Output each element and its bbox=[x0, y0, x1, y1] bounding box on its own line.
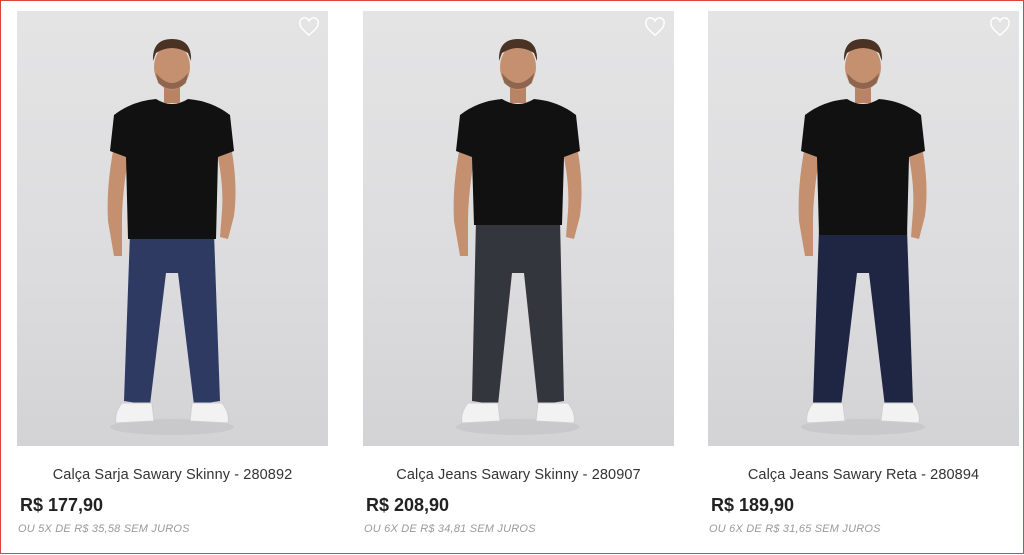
model-figure bbox=[107, 39, 236, 435]
heart-outline-icon[interactable] bbox=[298, 17, 320, 37]
product-image[interactable] bbox=[363, 11, 674, 446]
product-name[interactable]: Calça Jeans Sawary Reta - 280894 bbox=[708, 467, 1019, 483]
product-price: R$ 177,90 bbox=[20, 495, 104, 515]
model-figure bbox=[798, 39, 927, 435]
heart-outline-icon[interactable] bbox=[989, 17, 1011, 37]
product-image[interactable] bbox=[708, 11, 1019, 446]
product-price: R$ 189,90 bbox=[711, 495, 795, 515]
installments-text: ou 6x de R$ 34,81 sem juros bbox=[364, 523, 536, 535]
product-card[interactable]: Calça Jeans Sawary Skinny - 280907 R$ 20… bbox=[363, 11, 674, 535]
product-grid: Calça Sarja Sawary Skinny - 280892 R$ 17… bbox=[1, 1, 1024, 555]
product-price: R$ 208,90 bbox=[366, 495, 450, 515]
model-figure bbox=[453, 39, 582, 435]
product-card[interactable]: Calça Sarja Sawary Skinny - 280892 R$ 17… bbox=[17, 11, 328, 535]
product-image[interactable] bbox=[17, 11, 328, 446]
product-name[interactable]: Calça Sarja Sawary Skinny - 280892 bbox=[17, 467, 328, 483]
installments-text: ou 6x de R$ 31,65 sem juros bbox=[709, 523, 881, 535]
product-card[interactable]: Calça Jeans Sawary Reta - 280894 R$ 189,… bbox=[708, 11, 1019, 535]
product-name[interactable]: Calça Jeans Sawary Skinny - 280907 bbox=[363, 467, 674, 483]
heart-outline-icon[interactable] bbox=[644, 17, 666, 37]
installments-text: ou 5x de R$ 35,58 sem juros bbox=[18, 523, 190, 535]
